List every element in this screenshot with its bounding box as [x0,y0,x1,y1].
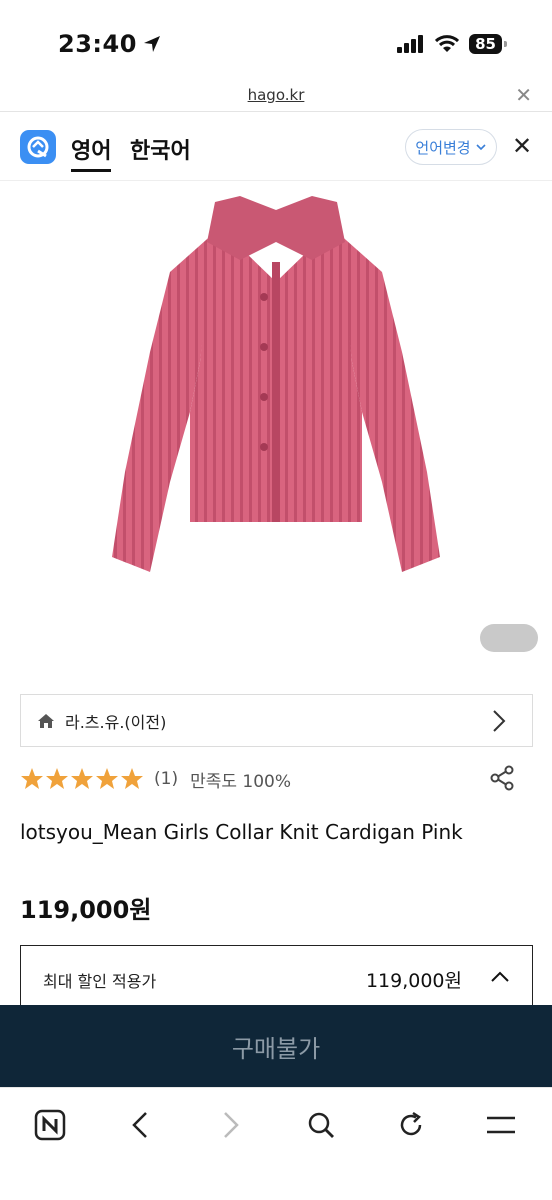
translate-bar: 영어 한국어 언어변경 ✕ [0,113,552,181]
chevron-down-icon [476,144,486,151]
shop-link[interactable]: 라.츠.유.(이전) [20,694,533,747]
product-image[interactable] [0,182,552,672]
translate-close-icon[interactable]: ✕ [512,133,532,159]
url-close-icon[interactable]: ✕ [515,84,532,106]
star-icon [71,768,93,789]
chevron-up-icon[interactable] [490,971,510,983]
url-text[interactable]: hago.kr [0,86,552,104]
product-title: lotsyou_Mean Girls Collar Knit Cardigan … [20,820,463,844]
buy-label: 구매불가 [231,1034,321,1063]
image-page-indicator [480,624,538,652]
discount-label: 최대 할인 적용가 [43,972,157,991]
star-icon [121,768,143,789]
translate-logo-icon [20,130,56,164]
rating-row[interactable]: (1) 만족도 100% [20,764,291,794]
star-icon [96,768,118,789]
star-icon [21,768,43,789]
status-icons: 85 [397,34,507,54]
rating-stars [20,767,144,791]
menu-icon[interactable] [484,1108,518,1142]
browser-bottom-nav [0,1087,552,1200]
forward-icon[interactable] [214,1108,248,1142]
back-icon[interactable] [123,1108,157,1142]
location-arrow-icon [143,36,160,52]
share-icon[interactable] [488,764,516,796]
status-bar: 23:40 85 [0,0,552,84]
signal-icon [397,35,424,53]
product-price: 119,000원 [20,896,152,924]
search-icon[interactable] [304,1108,338,1142]
chevron-right-icon [493,710,506,732]
time-text: 23:40 [58,30,137,58]
satisfaction-text: 만족도 100% [190,771,292,792]
rating-count: (1) [154,769,179,789]
star-icon [46,768,68,789]
buy-button[interactable]: 구매불가 [0,1005,552,1087]
url-bar: hago.kr ✕ [0,84,552,112]
status-time: 23:40 [58,30,161,58]
wifi-icon [435,35,460,52]
discount-price: 119,000원 [365,970,462,992]
tab-korean[interactable]: 한국어 [130,133,191,165]
change-language-label: 언어변경 [415,138,471,157]
battery-indicator: 85 [469,34,507,54]
refresh-icon[interactable] [394,1108,428,1142]
change-language-button[interactable]: 언어변경 [405,129,497,165]
shop-name: 라.츠.유.(이전) [65,712,167,732]
naver-home-icon[interactable] [33,1108,67,1142]
tab-english[interactable]: 영어 [71,133,112,172]
home-icon [38,713,54,728]
